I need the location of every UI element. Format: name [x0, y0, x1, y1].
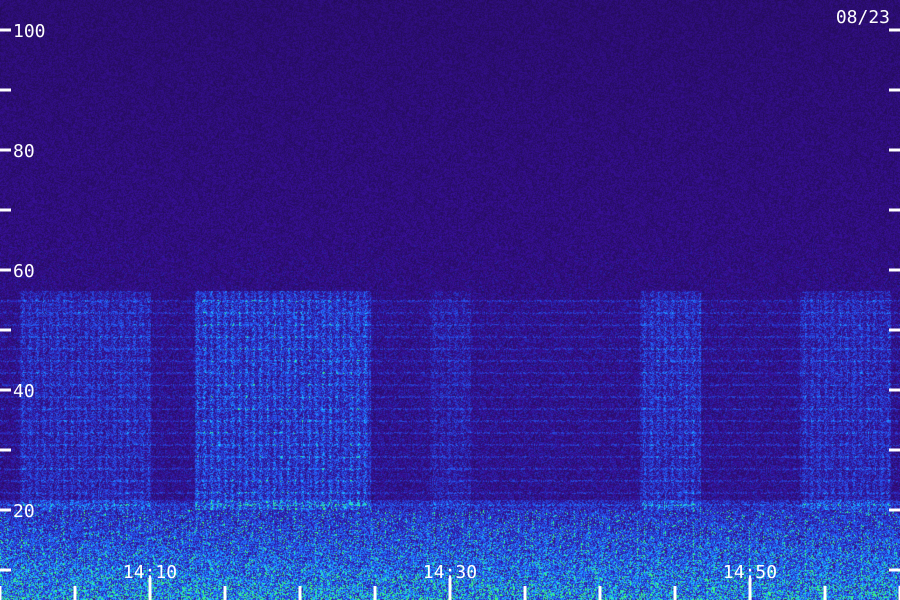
spectrogram-view: 100 80 60 40 20 14:10 14:30 14:50 08/23	[0, 0, 900, 600]
y-tick-left	[0, 148, 11, 152]
y-ticks-right	[889, 28, 900, 572]
y-tick-right	[889, 508, 900, 512]
x-tick	[673, 586, 677, 600]
y-tick-left	[0, 388, 11, 392]
y-tick-right	[889, 28, 900, 32]
x-tick-labels: 14:10 14:30 14:50	[123, 562, 777, 583]
x-tick	[523, 586, 527, 600]
y-tick-right	[889, 448, 900, 452]
y-tick-left	[0, 88, 11, 92]
x-tick	[598, 586, 602, 600]
x-tick	[373, 586, 377, 600]
x-tick	[0, 586, 2, 600]
x-tick	[73, 586, 77, 600]
x-tick	[223, 586, 227, 600]
y-tick-left	[0, 448, 11, 452]
y-tick-labels: 100 80 60 40 20	[13, 21, 46, 522]
y-tick-right	[889, 88, 900, 92]
y-tick-left	[0, 28, 11, 32]
x-tick-label: 14:50	[723, 562, 777, 583]
y-tick-right	[889, 568, 900, 572]
y-tick-right	[889, 268, 900, 272]
y-tick-label: 100	[13, 21, 46, 42]
axes-overlay: 100 80 60 40 20 14:10 14:30 14:50 08/23	[0, 7, 900, 600]
x-tick	[823, 586, 827, 600]
y-tick-left	[0, 208, 11, 212]
y-tick-left	[0, 568, 11, 572]
y-ticks-left	[0, 28, 11, 572]
date-label: 08/23	[836, 7, 890, 28]
y-tick-right	[889, 148, 900, 152]
y-tick-left	[0, 508, 11, 512]
y-tick-right	[889, 388, 900, 392]
y-tick-right	[889, 328, 900, 332]
y-tick-left	[0, 328, 11, 332]
y-tick-right	[889, 208, 900, 212]
y-tick-label: 80	[13, 141, 35, 162]
x-tick-label: 14:10	[123, 562, 177, 583]
y-tick-label: 20	[13, 501, 35, 522]
y-tick-label: 40	[13, 381, 35, 402]
x-tick	[298, 586, 302, 600]
y-tick-label: 60	[13, 261, 35, 282]
y-tick-left	[0, 268, 11, 272]
x-tick-label: 14:30	[423, 562, 477, 583]
